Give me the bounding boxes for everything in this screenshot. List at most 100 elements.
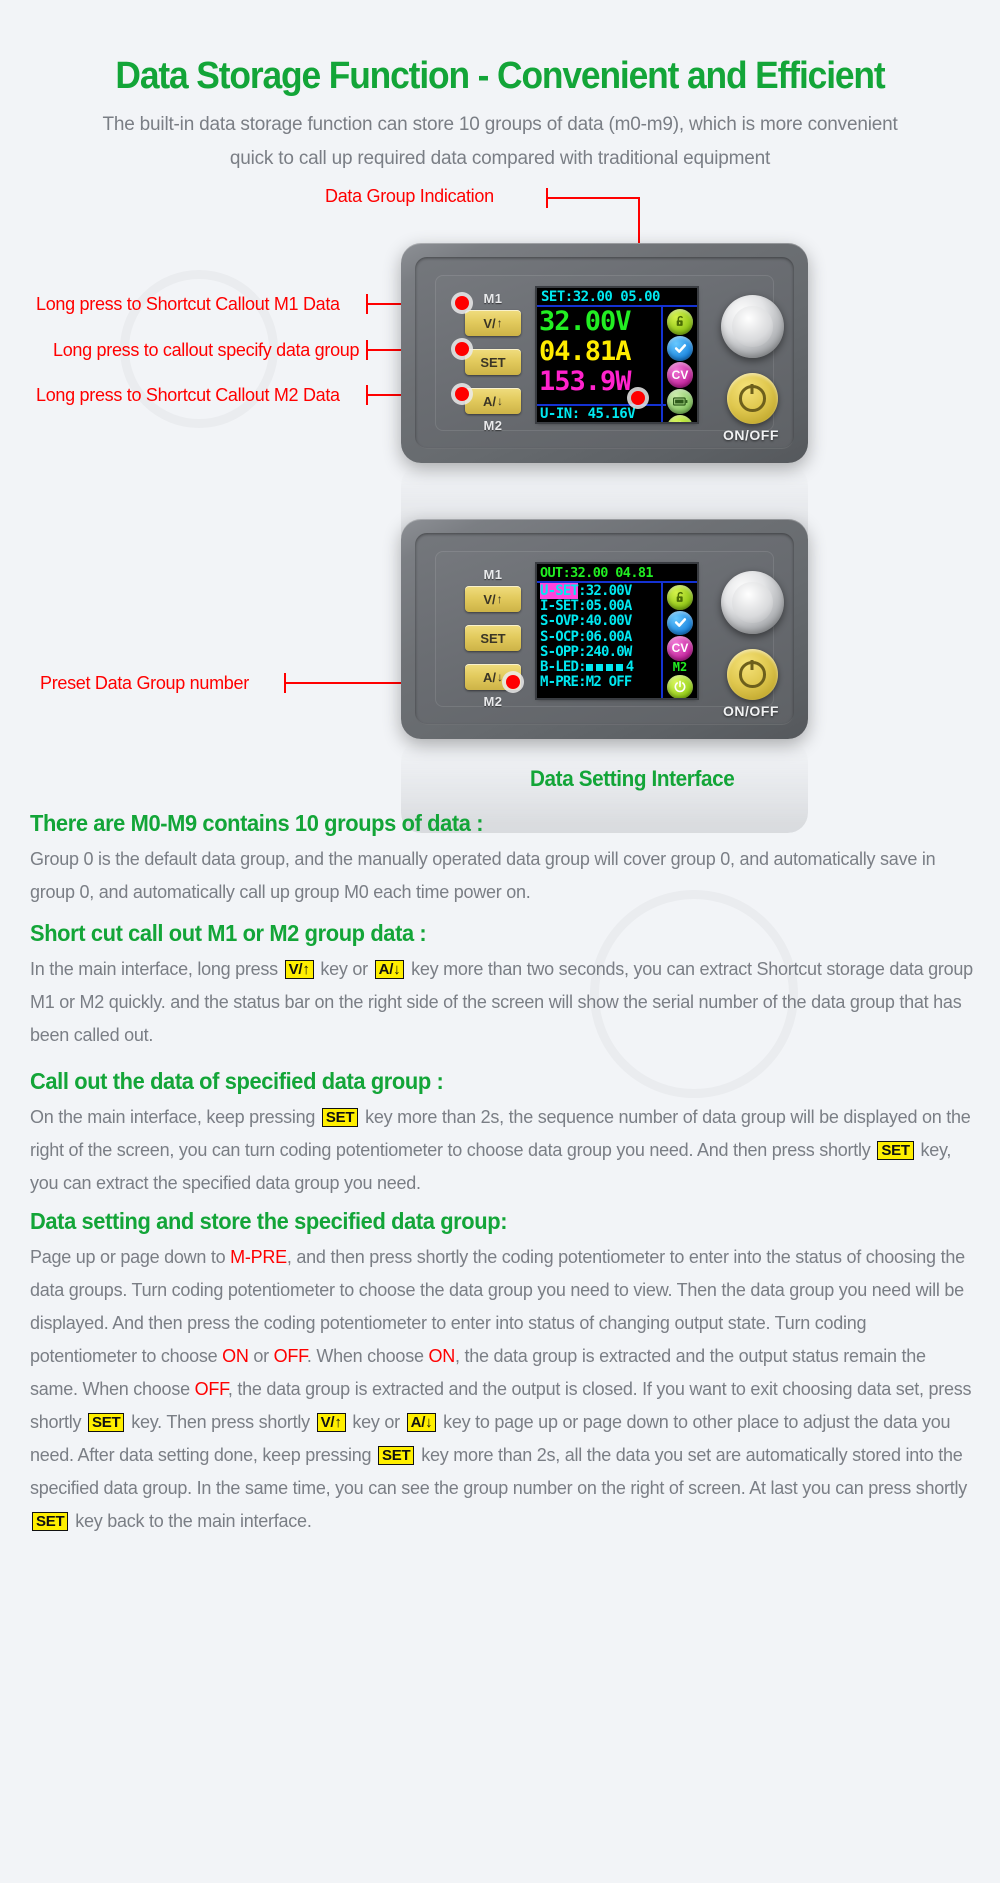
lcd-setting-rows: U-SET:32.00V I-SET:05.00A S-OVP:40.00V S… — [537, 583, 661, 698]
row-s-opp-value: :240.0W — [578, 643, 632, 660]
brightness-bar — [585, 663, 593, 671]
row-s-ocp-value: :06.00A — [578, 628, 632, 645]
power-glyph-icon — [739, 661, 766, 688]
row-b-led-key: B-LED — [540, 659, 579, 676]
device-inner-bezel: M1 V/↑ SET A/↓ M2 OUT:32.00 04.81 U-SET:… — [415, 533, 794, 725]
row-m-pre[interactable]: M-PRE:M2 OFF — [537, 675, 661, 690]
v-up-key[interactable]: V/↑ — [465, 310, 521, 336]
row-i-set-key: I-SET — [540, 598, 579, 615]
row-s-ovp-value: :40.00V — [578, 613, 632, 630]
a-down-key-label: A/ — [483, 669, 496, 685]
key-chip: SET — [378, 1446, 415, 1465]
section-heading-2: Short cut call out M1 or M2 group data : — [30, 920, 427, 946]
lcd-body: U-SET:32.00V I-SET:05.00A S-OVP:40.00V S… — [537, 583, 697, 698]
onoff-button[interactable] — [727, 649, 778, 700]
row-u-set-key: U-SET — [540, 583, 579, 599]
voltage-readout: 32.00V — [539, 306, 632, 337]
lcd-output-line: OUT:32.00 04.81 — [537, 564, 697, 583]
m1-label: M1 — [483, 567, 503, 582]
subtitle-line-1: The built-in data storage function can s… — [102, 114, 898, 135]
lock-icon — [667, 585, 693, 610]
device-face: M1 V/↑ SET A/↓ M2 SET:32.00 05.00 32.00V… — [435, 275, 784, 443]
group-tag-label: M2 — [672, 659, 688, 674]
cv-icon: CV — [667, 636, 693, 661]
section-heading-3: Call out the data of specified data grou… — [30, 1068, 444, 1094]
set-key[interactable]: SET — [465, 349, 521, 375]
lock-icon — [667, 309, 693, 335]
highlight-term: OFF — [194, 1379, 229, 1399]
lcd-screen-setting: OUT:32.00 04.81 U-SET:32.00V I-SET:05.00… — [537, 564, 697, 698]
set-key[interactable]: SET — [465, 625, 521, 651]
row-i-set[interactable]: I-SET:05.00A — [537, 599, 661, 614]
row-u-set[interactable]: U-SET:32.00V — [537, 583, 661, 599]
row-i-set-value: :05.00A — [578, 598, 632, 615]
row-m-pre-value: :M2 OFF — [578, 674, 632, 691]
up-arrow-icon: ↑ — [496, 316, 503, 330]
callout-data-group-indication: Data Group Indication — [325, 186, 494, 206]
section-paragraph-1: Group 0 is the default data group, and t… — [30, 849, 936, 902]
brightness-bar — [615, 663, 623, 671]
highlight-term: ON — [222, 1346, 249, 1366]
lcd-status-bar: CV M2 — [661, 583, 697, 698]
highlight-term: M-PRE — [230, 1247, 287, 1267]
key-chip: SET — [321, 1108, 359, 1127]
key-chip: V/↑ — [316, 1413, 346, 1432]
v-up-key[interactable]: V/↑ — [465, 586, 521, 612]
m2-label: M2 — [483, 418, 503, 433]
section-paragraph-3: On the main interface, keep pressing SET… — [30, 1107, 971, 1193]
coding-potentiometer-knob[interactable] — [721, 571, 784, 634]
coding-potentiometer-knob[interactable] — [721, 295, 784, 358]
power-icon — [667, 415, 693, 422]
row-s-opp[interactable]: S-OPP:240.0W — [537, 643, 661, 660]
a-down-key[interactable]: A/↓ — [465, 388, 521, 414]
callout-dot-group-indicator — [631, 391, 645, 405]
callout-preset-group-number: Preset Data Group number — [40, 673, 249, 693]
lcd-status-bar: CV — [661, 307, 697, 422]
current-readout: 04.81A — [539, 336, 632, 367]
highlight-term: ON — [428, 1346, 455, 1366]
row-b-led-colon: : — [578, 659, 586, 676]
check-icon — [667, 610, 693, 635]
a-down-key-label: A/ — [483, 393, 496, 409]
brightness-bar — [605, 663, 613, 671]
set-key-label: SET — [480, 354, 506, 370]
onoff-label: ON/OFF — [723, 703, 779, 719]
power-icon — [667, 674, 693, 698]
m1-label: M1 — [483, 291, 503, 306]
key-chip: A/↓ — [374, 960, 405, 979]
callout-dot-preset — [506, 675, 520, 689]
section-heading-1: There are M0-M9 contains 10 groups of da… — [30, 810, 484, 836]
lcd-topline: SET:32.00 05.00 — [537, 288, 697, 307]
cv-icon: CV — [667, 362, 693, 388]
page-root: Data Storage Function - Convenient and E… — [0, 0, 1000, 1883]
row-b-led[interactable]: B-LED: 4 — [537, 659, 661, 676]
m2-label: M2 — [483, 694, 503, 709]
highlight-term: OFF — [273, 1346, 308, 1366]
onoff-label: ON/OFF — [723, 427, 779, 443]
down-arrow-icon: ↓ — [497, 394, 503, 408]
row-s-ocp[interactable]: S-OCP:06.00A — [537, 628, 661, 645]
set-key-label: SET — [480, 630, 506, 646]
callout-m1-shortcut: Long press to Shortcut Callout M1 Data — [36, 294, 340, 314]
key-chip: SET — [877, 1141, 914, 1160]
callout-dot-set — [455, 342, 469, 356]
row-s-ocp-key: S-OCP — [540, 628, 579, 645]
row-u-set-value: :32.00V — [578, 583, 632, 599]
row-m-pre-key: M-PRE — [540, 674, 579, 691]
brightness-bar — [595, 663, 603, 671]
page-title: Data Storage Function - Convenient and E… — [115, 55, 885, 97]
callout-leader — [546, 197, 640, 199]
callout-dot-m2 — [455, 387, 469, 401]
v-up-key-label: V/ — [483, 315, 496, 331]
row-s-opp-key: S-OPP — [540, 643, 579, 660]
setting-interface-caption: Data Setting Interface — [530, 766, 735, 791]
lcd-screen-main: SET:32.00 05.00 32.00V 04.81A 153.9W CV … — [537, 288, 697, 422]
device-inner-bezel: M1 V/↑ SET A/↓ M2 SET:32.00 05.00 32.00V… — [415, 257, 794, 449]
onoff-button[interactable] — [727, 373, 778, 424]
down-arrow-icon: ↓ — [497, 670, 503, 684]
input-voltage-readout: U-IN: 45.16V — [537, 404, 666, 422]
key-chip: A/↓ — [406, 1413, 437, 1432]
button-column: M1 V/↑ SET A/↓ M2 — [459, 291, 527, 433]
power-glyph-icon — [739, 385, 766, 412]
row-s-ovp[interactable]: S-OVP:40.00V — [537, 614, 661, 629]
